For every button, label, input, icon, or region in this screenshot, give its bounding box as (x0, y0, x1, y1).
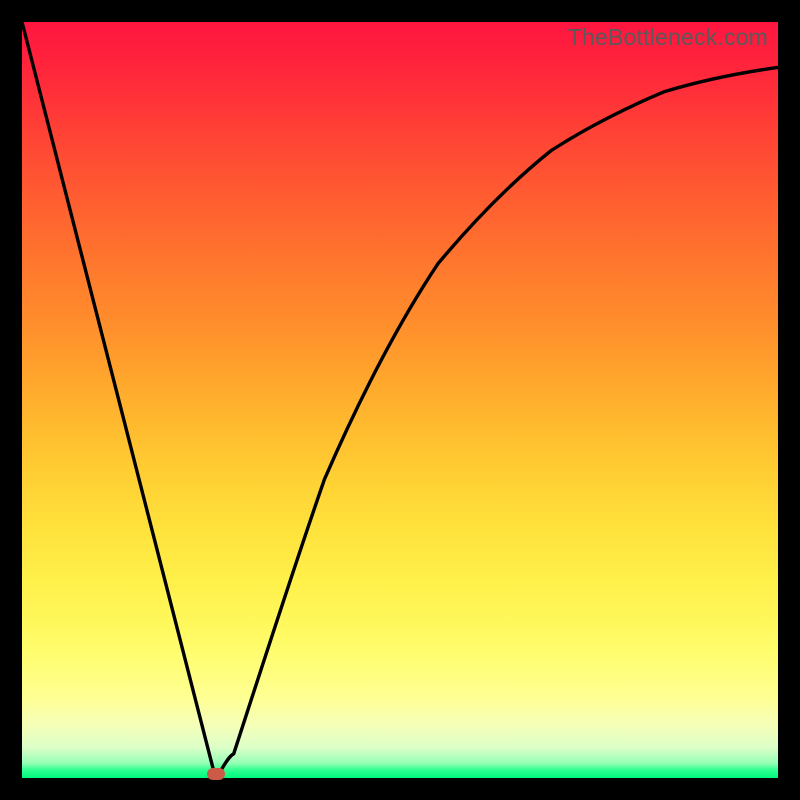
curve-right-branch (216, 67, 779, 778)
bottleneck-curve (22, 22, 778, 778)
plot-area: TheBottleneck.com (22, 22, 778, 778)
curve-left-branch (22, 22, 216, 778)
optimum-marker (207, 768, 225, 780)
frame: TheBottleneck.com (0, 0, 800, 800)
